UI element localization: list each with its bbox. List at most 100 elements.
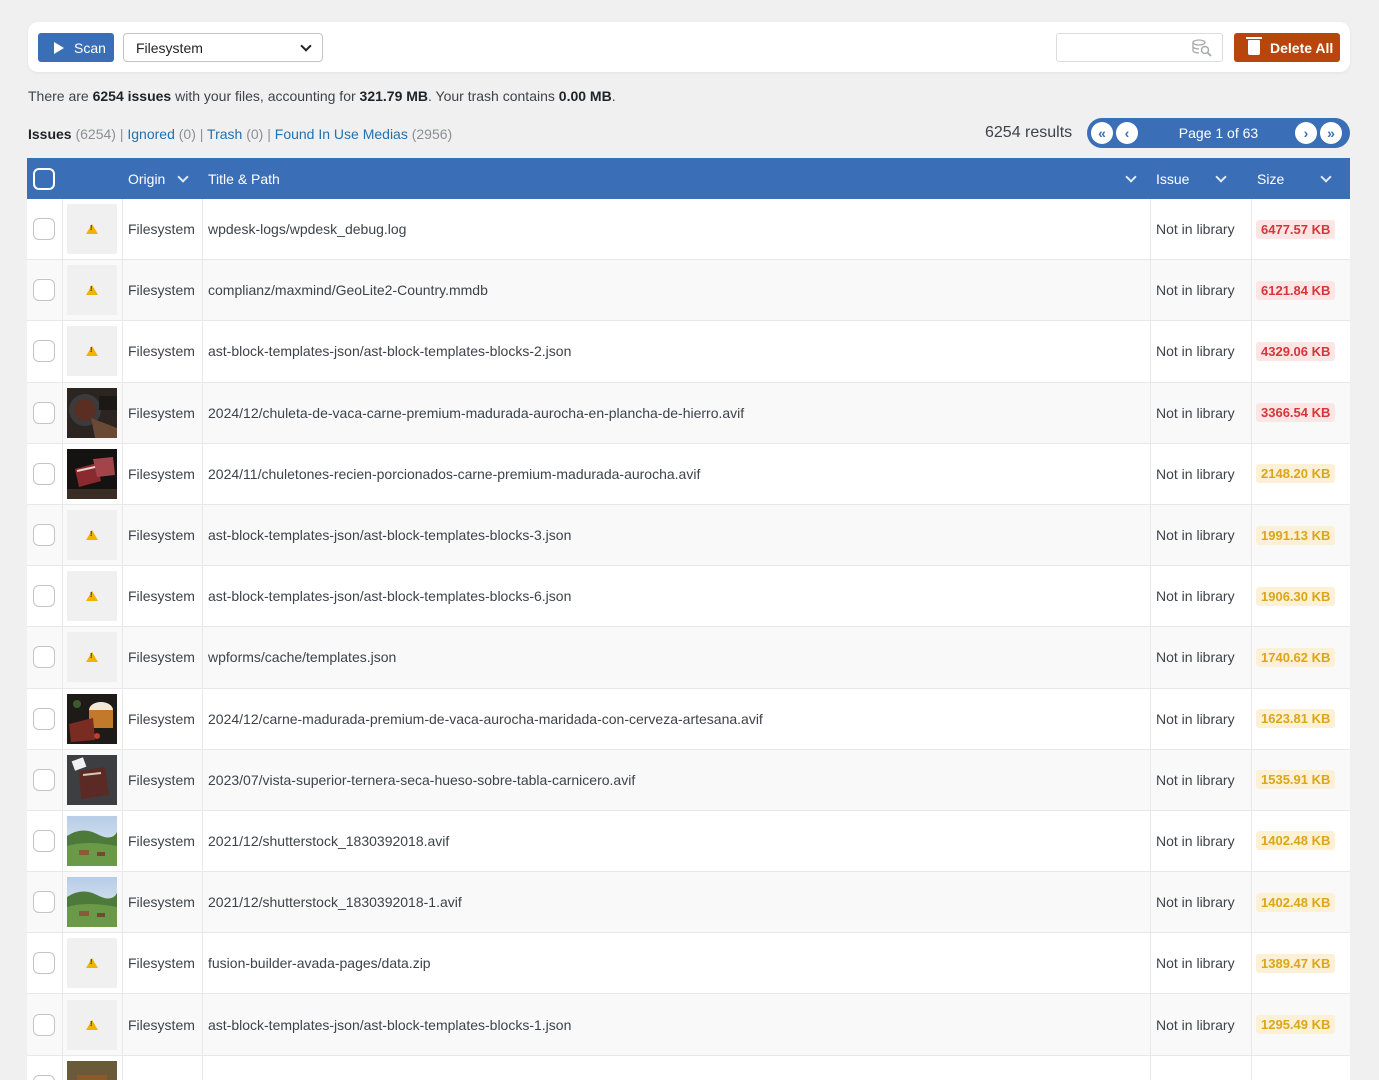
row-origin-cell: Filesystem: [128, 444, 195, 504]
column-divider: [62, 810, 63, 872]
column-origin[interactable]: Origin: [128, 158, 190, 199]
row-origin-cell: Filesystem: [128, 627, 195, 687]
separator: |: [199, 126, 204, 142]
play-icon: [54, 41, 64, 54]
table-row[interactable]: Filesystem ast-block-templates-json/ast-b…: [27, 321, 1350, 383]
row-path: 2024/12/carne-madurada-premium-de-vaca-a…: [208, 710, 763, 727]
row-checkbox[interactable]: [33, 199, 55, 259]
chevron-down-icon: [300, 39, 312, 52]
table-row[interactable]: Filesystem complianz/maxmind/GeoLite2-Cou…: [27, 260, 1350, 322]
row-checkbox[interactable]: [33, 566, 55, 626]
table-row[interactable]: Filesystem 2024/11/chuletones-recien-porc…: [27, 443, 1350, 505]
row-checkbox[interactable]: [33, 811, 55, 871]
column-divider: [62, 627, 63, 688]
row-checkbox[interactable]: [33, 689, 55, 749]
row-origin: Filesystem: [128, 955, 195, 972]
row-checkbox[interactable]: [33, 1056, 55, 1080]
table-row[interactable]: Filesystem 2023/07/vista-superior-ternera…: [27, 749, 1350, 811]
row-size-badge-cell: 1402.48 KB: [1256, 872, 1336, 932]
table-row[interactable]: Filesystem fusion-builder-avada-pages/dat…: [27, 933, 1350, 995]
separator: |: [119, 126, 124, 142]
column-divider: [62, 933, 63, 994]
row-checkbox[interactable]: [33, 260, 55, 320]
column-size[interactable]: Size: [1257, 158, 1332, 199]
row-path: 2021/12/shutterstock_1830392018.avif: [208, 832, 450, 849]
row-issue: Not in library: [1156, 832, 1235, 849]
pagination: « ‹ Page 1 of 63 › »: [1087, 118, 1350, 148]
column-divider: [62, 1055, 63, 1080]
table-row[interactable]: [27, 1055, 1350, 1080]
column-divider: [62, 321, 63, 382]
next-page-icon[interactable]: ›: [1295, 122, 1317, 144]
table-row[interactable]: Filesystem 2024/12/carne-madurada-premium…: [27, 688, 1350, 750]
row-size-badge-cell: 1740.62 KB: [1256, 627, 1336, 687]
table-row[interactable]: Filesystem wpforms/cache/templates.json No…: [27, 627, 1350, 689]
summary-suffix: .: [611, 88, 616, 104]
row-path-cell: wpforms/cache/templates.json: [208, 627, 396, 687]
table-row[interactable]: Filesystem wpdesk-logs/wpdesk_debug.log No…: [27, 199, 1350, 261]
column-divider: [202, 994, 203, 1055]
summary-prefix: There are: [28, 88, 93, 104]
row-checkbox[interactable]: [33, 383, 55, 443]
row-origin-cell: Filesystem: [128, 260, 195, 320]
row-issue: Not in library: [1156, 894, 1235, 911]
table-row[interactable]: Filesystem ast-block-templates-json/ast-b…: [27, 994, 1350, 1056]
table-row[interactable]: Filesystem ast-block-templates-json/ast-b…: [27, 504, 1350, 567]
column-title-label: Title & Path: [208, 170, 280, 187]
scan-button[interactable]: Scan: [38, 33, 114, 62]
filter-issues[interactable]: Issues: [28, 126, 72, 142]
column-divider: [62, 504, 63, 566]
warning-icon: [86, 1019, 98, 1030]
table-row[interactable]: Filesystem 2021/12/shutterstock_183039201…: [27, 810, 1350, 873]
row-issue-cell: Not in library: [1156, 321, 1235, 381]
row-issue: Not in library: [1156, 588, 1235, 605]
database-search-icon: [1192, 39, 1212, 57]
row-checkbox[interactable]: [33, 750, 55, 810]
row-size-badge-cell: 1991.13 KB: [1256, 505, 1336, 565]
column-divider: [122, 688, 123, 749]
column-title[interactable]: Title & Path: [208, 158, 280, 199]
row-origin-cell: Filesystem: [128, 383, 195, 443]
table-row[interactable]: Filesystem 2024/12/chuleta-de-vaca-carne-…: [27, 382, 1350, 444]
source-select[interactable]: Filesystem: [123, 33, 323, 62]
row-checkbox[interactable]: [33, 444, 55, 504]
row-checkbox[interactable]: [33, 505, 55, 565]
search-input[interactable]: [1056, 33, 1223, 62]
table-row[interactable]: Filesystem ast-block-templates-json/ast-b…: [27, 566, 1350, 628]
select-all-checkbox[interactable]: [33, 158, 55, 199]
row-checkbox[interactable]: [33, 994, 55, 1054]
column-issue[interactable]: Issue: [1156, 158, 1228, 199]
table-row[interactable]: Filesystem 2021/12/shutterstock_183039201…: [27, 872, 1350, 934]
row-origin: Filesystem: [128, 588, 195, 605]
filter-trash[interactable]: Trash: [207, 126, 242, 142]
row-checkbox[interactable]: [33, 321, 55, 381]
row-size-badge-cell: 1402.48 KB: [1256, 811, 1336, 871]
filter-found-in-use[interactable]: Found In Use Medias: [275, 126, 408, 142]
filter-ignored[interactable]: Ignored: [127, 126, 174, 142]
column-divider: [62, 260, 63, 321]
row-issue-cell: Not in library: [1156, 872, 1235, 932]
row-origin-cell: Filesystem: [128, 994, 195, 1054]
row-checkbox[interactable]: [33, 933, 55, 993]
column-divider: [1251, 382, 1252, 443]
delete-all-button[interactable]: Delete All: [1234, 33, 1340, 62]
row-path-cell: ast-block-templates-json/ast-block-templ…: [208, 566, 571, 626]
title-sort-toggle[interactable]: [1125, 158, 1137, 199]
row-issue: Not in library: [1156, 771, 1235, 788]
warning-thumbnail: [67, 199, 117, 259]
column-divider: [1251, 504, 1252, 566]
column-divider: [202, 810, 203, 872]
column-divider: [1150, 566, 1151, 627]
row-size-badge-cell: 6477.57 KB: [1256, 199, 1336, 259]
row-path: 2021/12/shutterstock_1830392018-1.avif: [208, 894, 462, 911]
column-size-label: Size: [1257, 170, 1285, 187]
row-checkbox[interactable]: [33, 627, 55, 687]
row-issue-cell: Not in library: [1156, 811, 1235, 871]
column-divider: [1251, 810, 1252, 872]
last-page-icon[interactable]: »: [1320, 122, 1342, 144]
column-divider: [202, 321, 203, 382]
scan-label: Scan: [74, 39, 106, 56]
column-divider: [202, 260, 203, 321]
row-path: 2024/12/chuleta-de-vaca-carne-premium-ma…: [208, 404, 745, 421]
row-checkbox[interactable]: [33, 872, 55, 932]
